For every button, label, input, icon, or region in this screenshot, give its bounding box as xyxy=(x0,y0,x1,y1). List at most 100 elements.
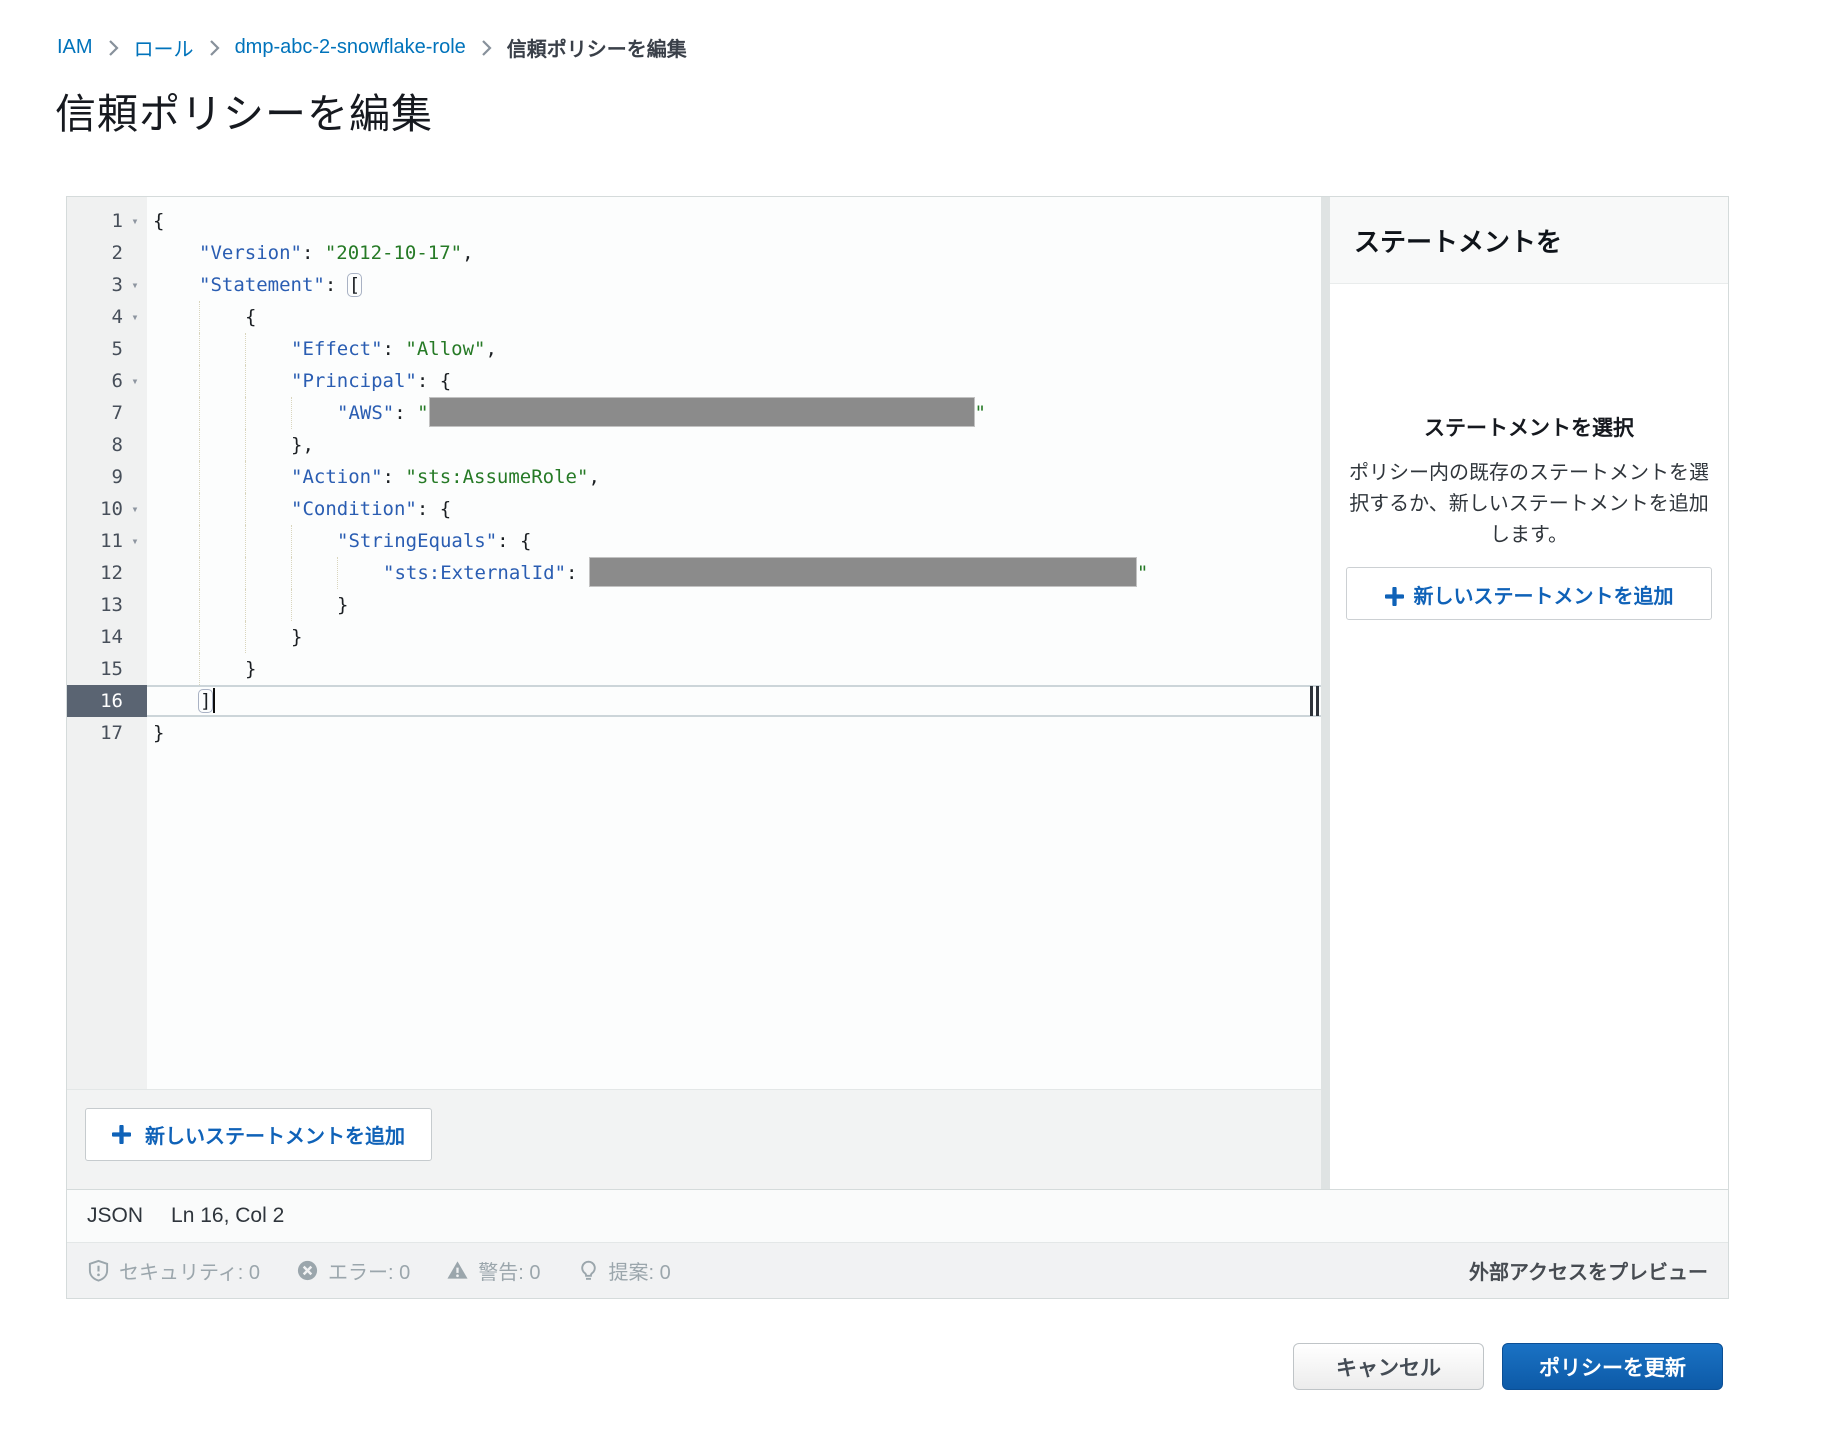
add-statement-label: 新しいステートメントを追加 xyxy=(145,1120,405,1149)
security-status: セキュリティ: 0 xyxy=(87,1256,260,1285)
panel-add-statement-label: 新しいステートメントを追加 xyxy=(1414,586,1674,608)
breadcrumb-item-roles[interactable]: ロール xyxy=(134,33,194,62)
token-bracket: [ xyxy=(347,273,362,297)
token-string: " xyxy=(1137,562,1148,584)
page-actions: キャンセル ポリシーを更新 xyxy=(66,1343,1723,1390)
code-line-7[interactable]: "AWS": "" xyxy=(147,397,1321,429)
token-punct: } xyxy=(291,626,302,648)
indent-guide xyxy=(245,461,246,493)
indent-guide xyxy=(199,365,200,397)
editor-gutter[interactable]: 1▾23▾4▾56▾78910▾11▾121314151617 xyxy=(67,197,147,1089)
fold-arrow-icon[interactable]: ▾ xyxy=(123,374,147,388)
code-line-13[interactable]: } xyxy=(147,589,1321,621)
panel-add-statement-button[interactable]: 新しいステートメントを追加 xyxy=(1346,567,1712,620)
breadcrumb-current: 信頼ポリシーを編集 xyxy=(507,33,687,62)
redacted-value xyxy=(429,397,975,427)
warning-triangle-icon xyxy=(446,1259,469,1282)
gutter-line-12: 12 xyxy=(67,557,147,589)
editor-panel-resizer[interactable] xyxy=(1321,197,1330,1189)
breadcrumb-item-role-name[interactable]: dmp-abc-2-snowflake-role xyxy=(235,36,466,59)
code-lines[interactable]: {"Version": "2012-10-17","Statement": [{… xyxy=(147,197,1321,1089)
editor-footer-strip: 新しいステートメントを追加 xyxy=(67,1089,1321,1189)
statement-panel: ステートメントを ステートメントを選択 ポリシー内の既存のステートメントを選択す… xyxy=(1330,197,1728,1189)
indent-guide xyxy=(199,461,200,493)
gutter-line-3[interactable]: 3▾ xyxy=(67,269,147,301)
gutter-line-4[interactable]: 4▾ xyxy=(67,301,147,333)
code-editor[interactable]: 1▾23▾4▾56▾78910▾11▾121314151617 {"Versio… xyxy=(67,197,1321,1089)
fold-arrow-icon[interactable]: ▾ xyxy=(123,278,147,292)
chevron-right-icon xyxy=(108,39,119,57)
indent-guide xyxy=(199,333,200,365)
gutter-line-6[interactable]: 6▾ xyxy=(67,365,147,397)
token-punct: } xyxy=(337,594,348,616)
update-policy-button[interactable]: ポリシーを更新 xyxy=(1502,1343,1723,1390)
fold-arrow-icon[interactable]: ▾ xyxy=(123,534,147,548)
indent-guide xyxy=(199,493,200,525)
token-string: "2012-10-17" xyxy=(325,242,462,264)
code-line-3[interactable]: "Statement": [ xyxy=(147,269,1321,301)
gutter-line-17: 17 xyxy=(67,717,147,749)
indent-guide xyxy=(199,429,200,461)
code-line-5[interactable]: "Effect": "Allow", xyxy=(147,333,1321,365)
token-key: "Principal" xyxy=(291,370,417,392)
add-statement-button[interactable]: 新しいステートメントを追加 xyxy=(85,1108,432,1161)
gutter-line-7: 7 xyxy=(67,397,147,429)
suggestions-status: 提案: 0 xyxy=(577,1256,671,1285)
code-line-2[interactable]: "Version": "2012-10-17", xyxy=(147,237,1321,269)
code-line-9[interactable]: "Action": "sts:AssumeRole", xyxy=(147,461,1321,493)
indent-guide xyxy=(291,397,292,429)
token-punct: : xyxy=(302,242,325,264)
code-line-11[interactable]: "StringEquals": { xyxy=(147,525,1321,557)
indent-guide xyxy=(291,557,292,589)
code-line-14[interactable]: } xyxy=(147,621,1321,653)
token-punct: : xyxy=(325,274,348,296)
code-line-1[interactable]: { xyxy=(147,205,1321,237)
indent-guide xyxy=(245,589,246,621)
gutter-line-15: 15 xyxy=(67,653,147,685)
gutter-line-16: 16 xyxy=(67,685,147,717)
token-punct: : xyxy=(383,338,406,360)
code-line-15[interactable]: } xyxy=(147,653,1321,685)
code-line-17[interactable]: } xyxy=(147,717,1321,749)
preview-external-access-link[interactable]: 外部アクセスをプレビュー xyxy=(1469,1256,1708,1285)
gutter-line-1[interactable]: 1▾ xyxy=(67,205,147,237)
plus-icon xyxy=(112,1125,131,1144)
token-punct: : { xyxy=(417,370,451,392)
code-line-12[interactable]: "sts:ExternalId": " xyxy=(147,557,1321,589)
token-punct: , xyxy=(462,242,473,264)
code-line-6[interactable]: "Principal": { xyxy=(147,365,1321,397)
code-line-16[interactable]: ] xyxy=(147,685,1321,717)
indent-guide xyxy=(245,333,246,365)
indent-guide xyxy=(245,525,246,557)
breadcrumb-item-iam[interactable]: IAM xyxy=(57,36,93,59)
cancel-button[interactable]: キャンセル xyxy=(1293,1343,1484,1390)
code-line-10[interactable]: "Condition": { xyxy=(147,493,1321,525)
security-count-label: セキュリティ: 0 xyxy=(119,1256,260,1285)
token-punct: : { xyxy=(417,498,451,520)
token-punct: : xyxy=(566,562,589,584)
language-label: JSON xyxy=(87,1204,143,1228)
json-editor-column: 1▾23▾4▾56▾78910▾11▾121314151617 {"Versio… xyxy=(67,197,1321,1189)
token-key: "Version" xyxy=(199,242,302,264)
indent-guide xyxy=(199,301,200,333)
token-key: "Statement" xyxy=(199,274,325,296)
fold-arrow-icon[interactable]: ▾ xyxy=(123,310,147,324)
indent-guide xyxy=(199,525,200,557)
token-string: "Allow" xyxy=(405,338,485,360)
token-punct: , xyxy=(485,338,496,360)
gutter-line-5: 5 xyxy=(67,333,147,365)
fold-arrow-icon[interactable]: ▾ xyxy=(123,214,147,228)
code-line-8[interactable]: }, xyxy=(147,429,1321,461)
code-line-4[interactable]: { xyxy=(147,301,1321,333)
indent-guide xyxy=(245,493,246,525)
token-punct: { xyxy=(245,306,256,328)
statement-panel-body: ステートメントを選択 ポリシー内の既存のステートメントを選択するか、新しいステー… xyxy=(1330,284,1728,1189)
token-punct: { xyxy=(153,210,164,232)
select-statement-heading: ステートメントを選択 xyxy=(1346,412,1712,442)
token-punct: , xyxy=(588,466,599,488)
fold-arrow-icon[interactable]: ▾ xyxy=(123,502,147,516)
gutter-line-10[interactable]: 10▾ xyxy=(67,493,147,525)
editor-status-bar: JSON Ln 16, Col 2 xyxy=(67,1189,1728,1242)
gutter-line-11[interactable]: 11▾ xyxy=(67,525,147,557)
token-string: " xyxy=(417,402,428,424)
